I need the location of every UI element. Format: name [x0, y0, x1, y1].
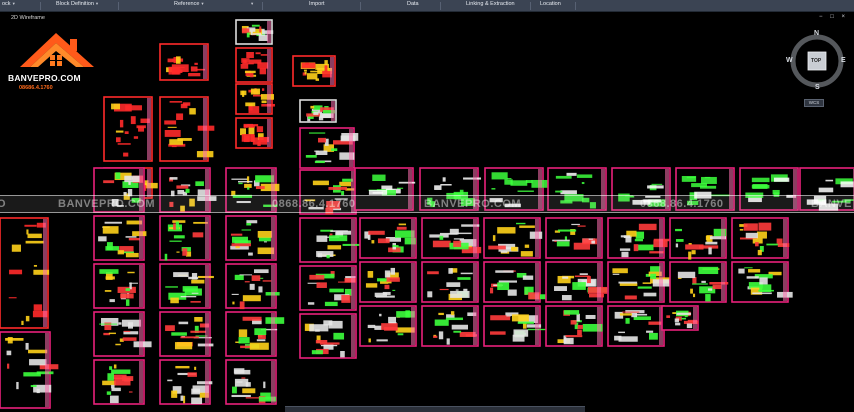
- drawing-sheet: [421, 261, 479, 303]
- drawing-sheet: [159, 311, 214, 357]
- drawing-sheet: [159, 263, 214, 309]
- watermark-text: BANVE: [811, 198, 853, 210]
- drawing-sheet: [225, 359, 277, 405]
- drawing-sheet: [299, 265, 357, 311]
- house-logo-icon: [20, 33, 94, 67]
- drawing-sheet: [483, 261, 550, 303]
- drawing-sheet: [483, 305, 546, 347]
- drawing-sheet: [235, 83, 275, 115]
- drawing-sheet: [225, 215, 277, 261]
- drawing-sheet: [0, 217, 50, 329]
- compass-west[interactable]: W: [786, 57, 793, 64]
- drawing-sheet: [225, 311, 285, 357]
- drawing-sheet: [93, 311, 152, 357]
- drawing-sheet: [359, 261, 417, 303]
- command-line[interactable]: [285, 406, 585, 412]
- drawing-sheet: [299, 217, 363, 263]
- drawing-sheet: [607, 305, 666, 347]
- drawing-sheet: [159, 96, 215, 162]
- drawing-sheet: [731, 261, 793, 303]
- watermark-text: BANVEPRO.COM: [58, 198, 156, 210]
- drawing-sheet: [359, 305, 417, 347]
- wcs-menu[interactable]: WCS: [804, 99, 824, 107]
- compass-south[interactable]: S: [815, 84, 820, 91]
- drawing-sheet: [661, 305, 699, 331]
- drawing-sheet: [299, 127, 359, 169]
- drawing-sheet: [93, 215, 147, 261]
- watermark-text: 0868.86.4.1760: [272, 198, 356, 210]
- drawing-sheet: [159, 215, 211, 261]
- drawing-sheet: [225, 263, 280, 310]
- drawing-sheet: [159, 43, 209, 81]
- drawing-sheet: [0, 331, 59, 409]
- drawing-sheet: [421, 217, 482, 259]
- drawing-sheet: [545, 261, 608, 303]
- drawing-sheet: [299, 99, 337, 123]
- viewcube-top-face[interactable]: TOP: [811, 58, 821, 64]
- logo-brand-text: BANVEPRO.COM: [8, 73, 81, 83]
- drawing-sheet: [93, 359, 145, 405]
- drawing-sheet: [669, 261, 729, 303]
- drawing-sheet: [103, 96, 153, 162]
- drawing-sheet: [292, 55, 336, 87]
- drawing-sheet: [607, 217, 674, 259]
- drawing-sheet: [359, 217, 417, 259]
- watermark-text: 0868.86.4.1760: [640, 198, 724, 210]
- drawing-sheet: [669, 217, 727, 260]
- drawing-sheet: [607, 261, 670, 303]
- drawing-sheet: [421, 305, 479, 347]
- compass-north[interactable]: N: [814, 30, 819, 37]
- drawing-sheet: [545, 305, 603, 347]
- watermark-text: O: [0, 198, 7, 210]
- compass-east[interactable]: E: [841, 57, 846, 64]
- drawing-sheet: [235, 117, 273, 149]
- drawing-sheet: [235, 19, 274, 45]
- drawing-sheet: [159, 359, 213, 405]
- drawing-sheet: [235, 47, 273, 83]
- drawing-sheet: [299, 313, 357, 359]
- drawing-sheet: [483, 217, 543, 259]
- drawing-sheet: [545, 217, 603, 259]
- logo-phone-text: 08686.4.1760: [19, 85, 53, 91]
- watermark-text: BANVEPRO.COM: [424, 198, 522, 210]
- drawing-sheet: [93, 263, 145, 309]
- viewcube[interactable]: N S E W TOP: [786, 30, 848, 92]
- drawing-sheet: [731, 217, 790, 259]
